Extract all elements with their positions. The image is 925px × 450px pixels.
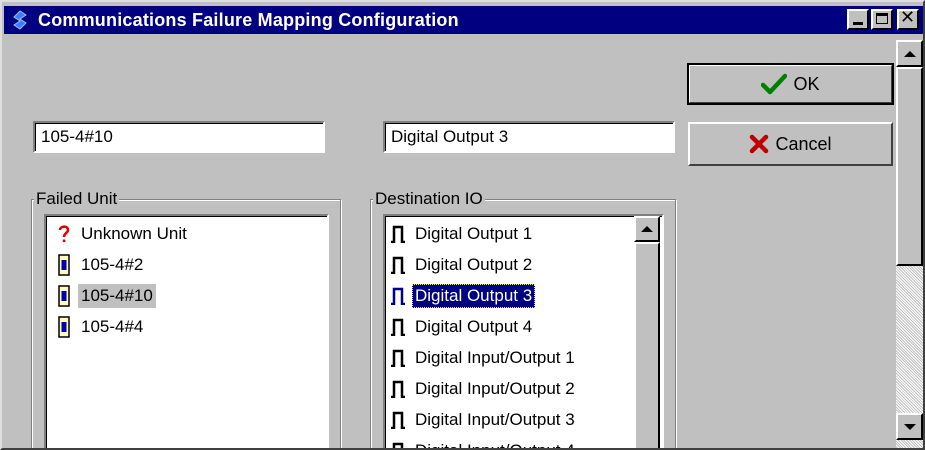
list-item-label: Digital Input/Output 3 [415,409,575,429]
destination-io-label: Destination IO [373,189,485,208]
destination-io-list[interactable]: Digital Output 1 Digital Output 2 Digita… [383,214,664,450]
scroll-up-button[interactable] [634,216,660,242]
list-item[interactable]: 105-4#4 [55,311,146,342]
list-item-label: Digital Output 3 [412,283,536,308]
arrow-down-icon [903,423,916,430]
failed-unit-list[interactable]: Unknown Unit 105-4#2 105-4#10 105-4#4 [44,214,329,448]
io-name-field[interactable]: Digital Output 3 [383,121,675,153]
window-scrollbar[interactable] [896,40,923,448]
list-item[interactable]: Unknown Unit [55,218,190,249]
maximize-button[interactable] [871,9,893,30]
close-button[interactable]: ✕ [897,7,919,30]
pulse-icon [389,346,407,370]
list-item-label: Digital Output 2 [415,254,533,274]
list-item-label: Digital Output 1 [415,223,533,243]
failed-unit-label: Failed Unit [34,189,120,208]
cancel-label: Cancel [775,133,832,154]
pulse-icon [389,315,407,339]
list-item[interactable]: Digital Input/Output 2 [389,373,578,404]
list-item-label: 105-4#4 [81,316,144,336]
failed-unit-group: Failed Unit Unknown Unit 105-4#2 105-4#1… [31,190,341,448]
question-icon [55,222,73,246]
pulse-icon [389,439,407,448]
pulse-icon [389,284,407,308]
scroll-thumb[interactable] [634,242,660,448]
list-item-label: Digital Input/Output 4 [415,440,575,450]
close-icon: ✕ [900,7,916,28]
device-icon [55,284,73,308]
ok-label: OK [793,73,820,94]
pulse-icon [389,222,407,246]
window-controls: ✕ [847,7,919,30]
device-icon [55,315,73,339]
list-item[interactable]: 105-4#2 [55,249,146,280]
list-item[interactable]: Digital Input/Output 4 [389,435,578,450]
x-icon [749,134,769,154]
list-item[interactable]: 105-4#10 [55,280,156,311]
scroll-down-button[interactable] [896,413,923,440]
pulse-icon [389,253,407,277]
unit-name-field[interactable]: 105-4#10 [33,121,325,153]
destination-io-scrollbar[interactable] [634,216,660,448]
pulse-icon [389,377,407,401]
cancel-button[interactable]: Cancel [688,122,893,166]
ok-button[interactable]: OK [687,63,894,105]
pulse-icon [389,408,407,432]
scroll-up-button[interactable] [896,40,923,67]
list-item-label: Digital Input/Output 1 [415,347,575,367]
list-item-label: 105-4#2 [81,254,144,274]
app-icon[interactable] [10,10,30,30]
checkmark-icon [761,73,788,95]
arrow-up-icon [641,226,653,232]
minimize-icon [853,22,863,25]
device-icon [55,253,73,277]
list-item-label: Digital Output 4 [415,316,533,336]
list-item-label: Digital Input/Output 2 [415,378,575,398]
minimize-button[interactable] [847,9,869,30]
arrow-up-icon [903,50,916,57]
title-bar[interactable]: Communications Failure Mapping Configura… [4,6,923,34]
maximize-icon [876,13,888,24]
window-title: Communications Failure Mapping Configura… [38,9,459,30]
list-item[interactable]: Digital Output 3 [389,280,536,311]
list-item[interactable]: Digital Input/Output 3 [389,404,578,435]
dialog-window: Communications Failure Mapping Configura… [0,0,925,450]
list-item-label: Unknown Unit [81,223,187,243]
scroll-thumb[interactable] [896,67,923,266]
list-item-label: 105-4#10 [78,283,156,308]
list-item[interactable]: Digital Output 2 [389,249,535,280]
list-item[interactable]: Digital Output 4 [389,311,535,342]
destination-io-group: Destination IO Digital Output 1 Digital … [370,190,676,450]
list-item[interactable]: Digital Output 1 [389,218,535,249]
list-item[interactable]: Digital Input/Output 1 [389,342,578,373]
